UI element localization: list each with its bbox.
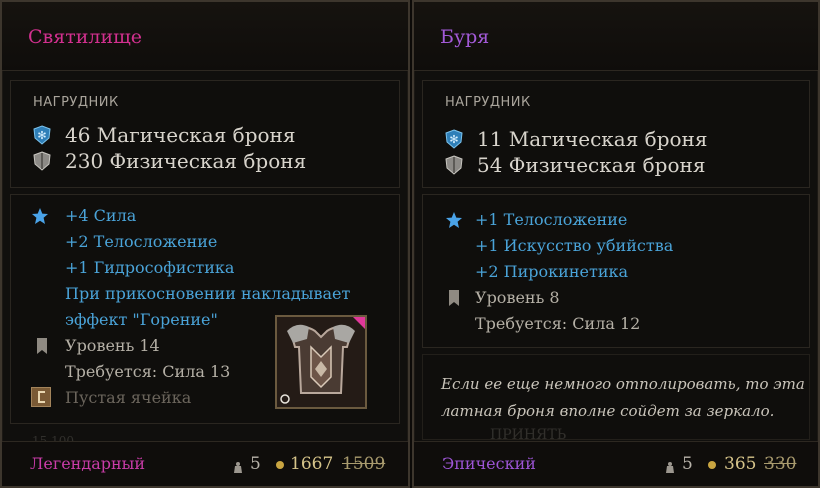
gold-value: 1667 [290, 454, 334, 474]
bonus-1: +4 Сила [65, 206, 137, 225]
rune-slot-text: Пустая ячейка [65, 388, 192, 407]
tooltip-footer: Эпический 5 365 330 [414, 441, 818, 486]
gold-coin-icon [276, 461, 284, 469]
rarity-label: Эпический [442, 454, 536, 473]
requirement-text: Требуется: Сила 13 [65, 362, 231, 381]
bookmark-icon [37, 338, 47, 354]
requirement-text: Требуется: Сила 12 [475, 314, 641, 333]
physical-armor-value: 54 Физическая броня [477, 153, 706, 177]
description-section: Если ее еще немного отполировать, то эта… [422, 354, 810, 440]
item-tooltip-sanctuary: Святилище НАГРУДНИК ✻ 46 Магическая брон… [0, 0, 410, 488]
chest-armor-item-icon[interactable] [275, 315, 367, 409]
physical-armor-icon [445, 155, 463, 175]
bonus-1: +1 Телосложение [475, 210, 628, 229]
bonus-3: +2 Пирокинетика [475, 262, 629, 281]
armor-section: НАГРУДНИК ✻ 11 Магическая броня 54 Физич… [422, 80, 810, 188]
star-icon [445, 211, 463, 229]
bonus-2: +1 Искусство убийства [475, 236, 674, 255]
physical-armor-value: 230 Физическая броня [65, 149, 307, 173]
bonus-2: +2 Телосложение [65, 232, 218, 251]
tooltip-title-bar: Святилище [2, 2, 408, 71]
weight-icon [666, 458, 674, 473]
description-line-2: латная броня вполне сойдет за зеркало. [441, 402, 775, 420]
tooltip-title-bar: Буря [414, 2, 818, 71]
magic-armor-row: ✻ 46 Магическая броня [33, 123, 296, 147]
tooltip-footer: Легендарный 5 1667 1509 [2, 441, 408, 486]
description-line-1: Если ее еще немного отполировать, то эта [441, 375, 805, 393]
gold-value: 365 [724, 454, 757, 474]
magic-armor-value: 11 Магическая броня [477, 127, 708, 151]
effect-line-2: эффект "Горение" [65, 310, 218, 329]
weight-value: 5 [250, 454, 261, 474]
rarity-label: Легендарный [30, 454, 146, 473]
item-slot-label: НАГРУДНИК [33, 95, 119, 110]
star-icon [31, 207, 49, 225]
svg-text:✻: ✻ [37, 129, 46, 142]
item-slot-label: НАГРУДНИК [445, 95, 531, 110]
item-name: Буря [440, 26, 490, 48]
old-gold-value: 1509 [342, 454, 386, 474]
physical-armor-icon [33, 151, 51, 171]
level-text: Уровень 14 [65, 336, 160, 355]
bonus-3: +1 Гидрософистика [65, 258, 235, 277]
weight-icon [234, 458, 242, 473]
old-gold-value: 330 [764, 454, 797, 474]
item-name: Святилище [28, 26, 143, 48]
rune-slot-icon [31, 387, 51, 407]
properties-section: +1 Телосложение +1 Искусство убийства +2… [422, 194, 810, 348]
item-tooltip-storm: Буря НАГРУДНИК ✻ 11 Магическая броня 54 … [412, 0, 820, 488]
svg-text:✻: ✻ [449, 133, 458, 146]
magic-armor-icon: ✻ [33, 125, 51, 145]
physical-armor-row: 54 Физическая броня [445, 153, 705, 177]
magic-armor-icon: ✻ [445, 129, 463, 149]
bookmark-icon [449, 290, 459, 306]
magic-armor-value: 46 Магическая броня [65, 123, 296, 147]
effect-line-1: При прикосновении накладывает [65, 284, 351, 303]
properties-section: +4 Сила +2 Телосложение +1 Гидрософистик… [10, 194, 400, 424]
armor-section: НАГРУДНИК ✻ 46 Магическая броня 230 Физи… [10, 80, 400, 188]
weight-value: 5 [682, 454, 693, 474]
magic-armor-row: ✻ 11 Магическая броня [445, 127, 708, 151]
physical-armor-row: 230 Физическая броня [33, 149, 306, 173]
level-text: Уровень 8 [475, 288, 560, 307]
gold-coin-icon [708, 461, 716, 469]
